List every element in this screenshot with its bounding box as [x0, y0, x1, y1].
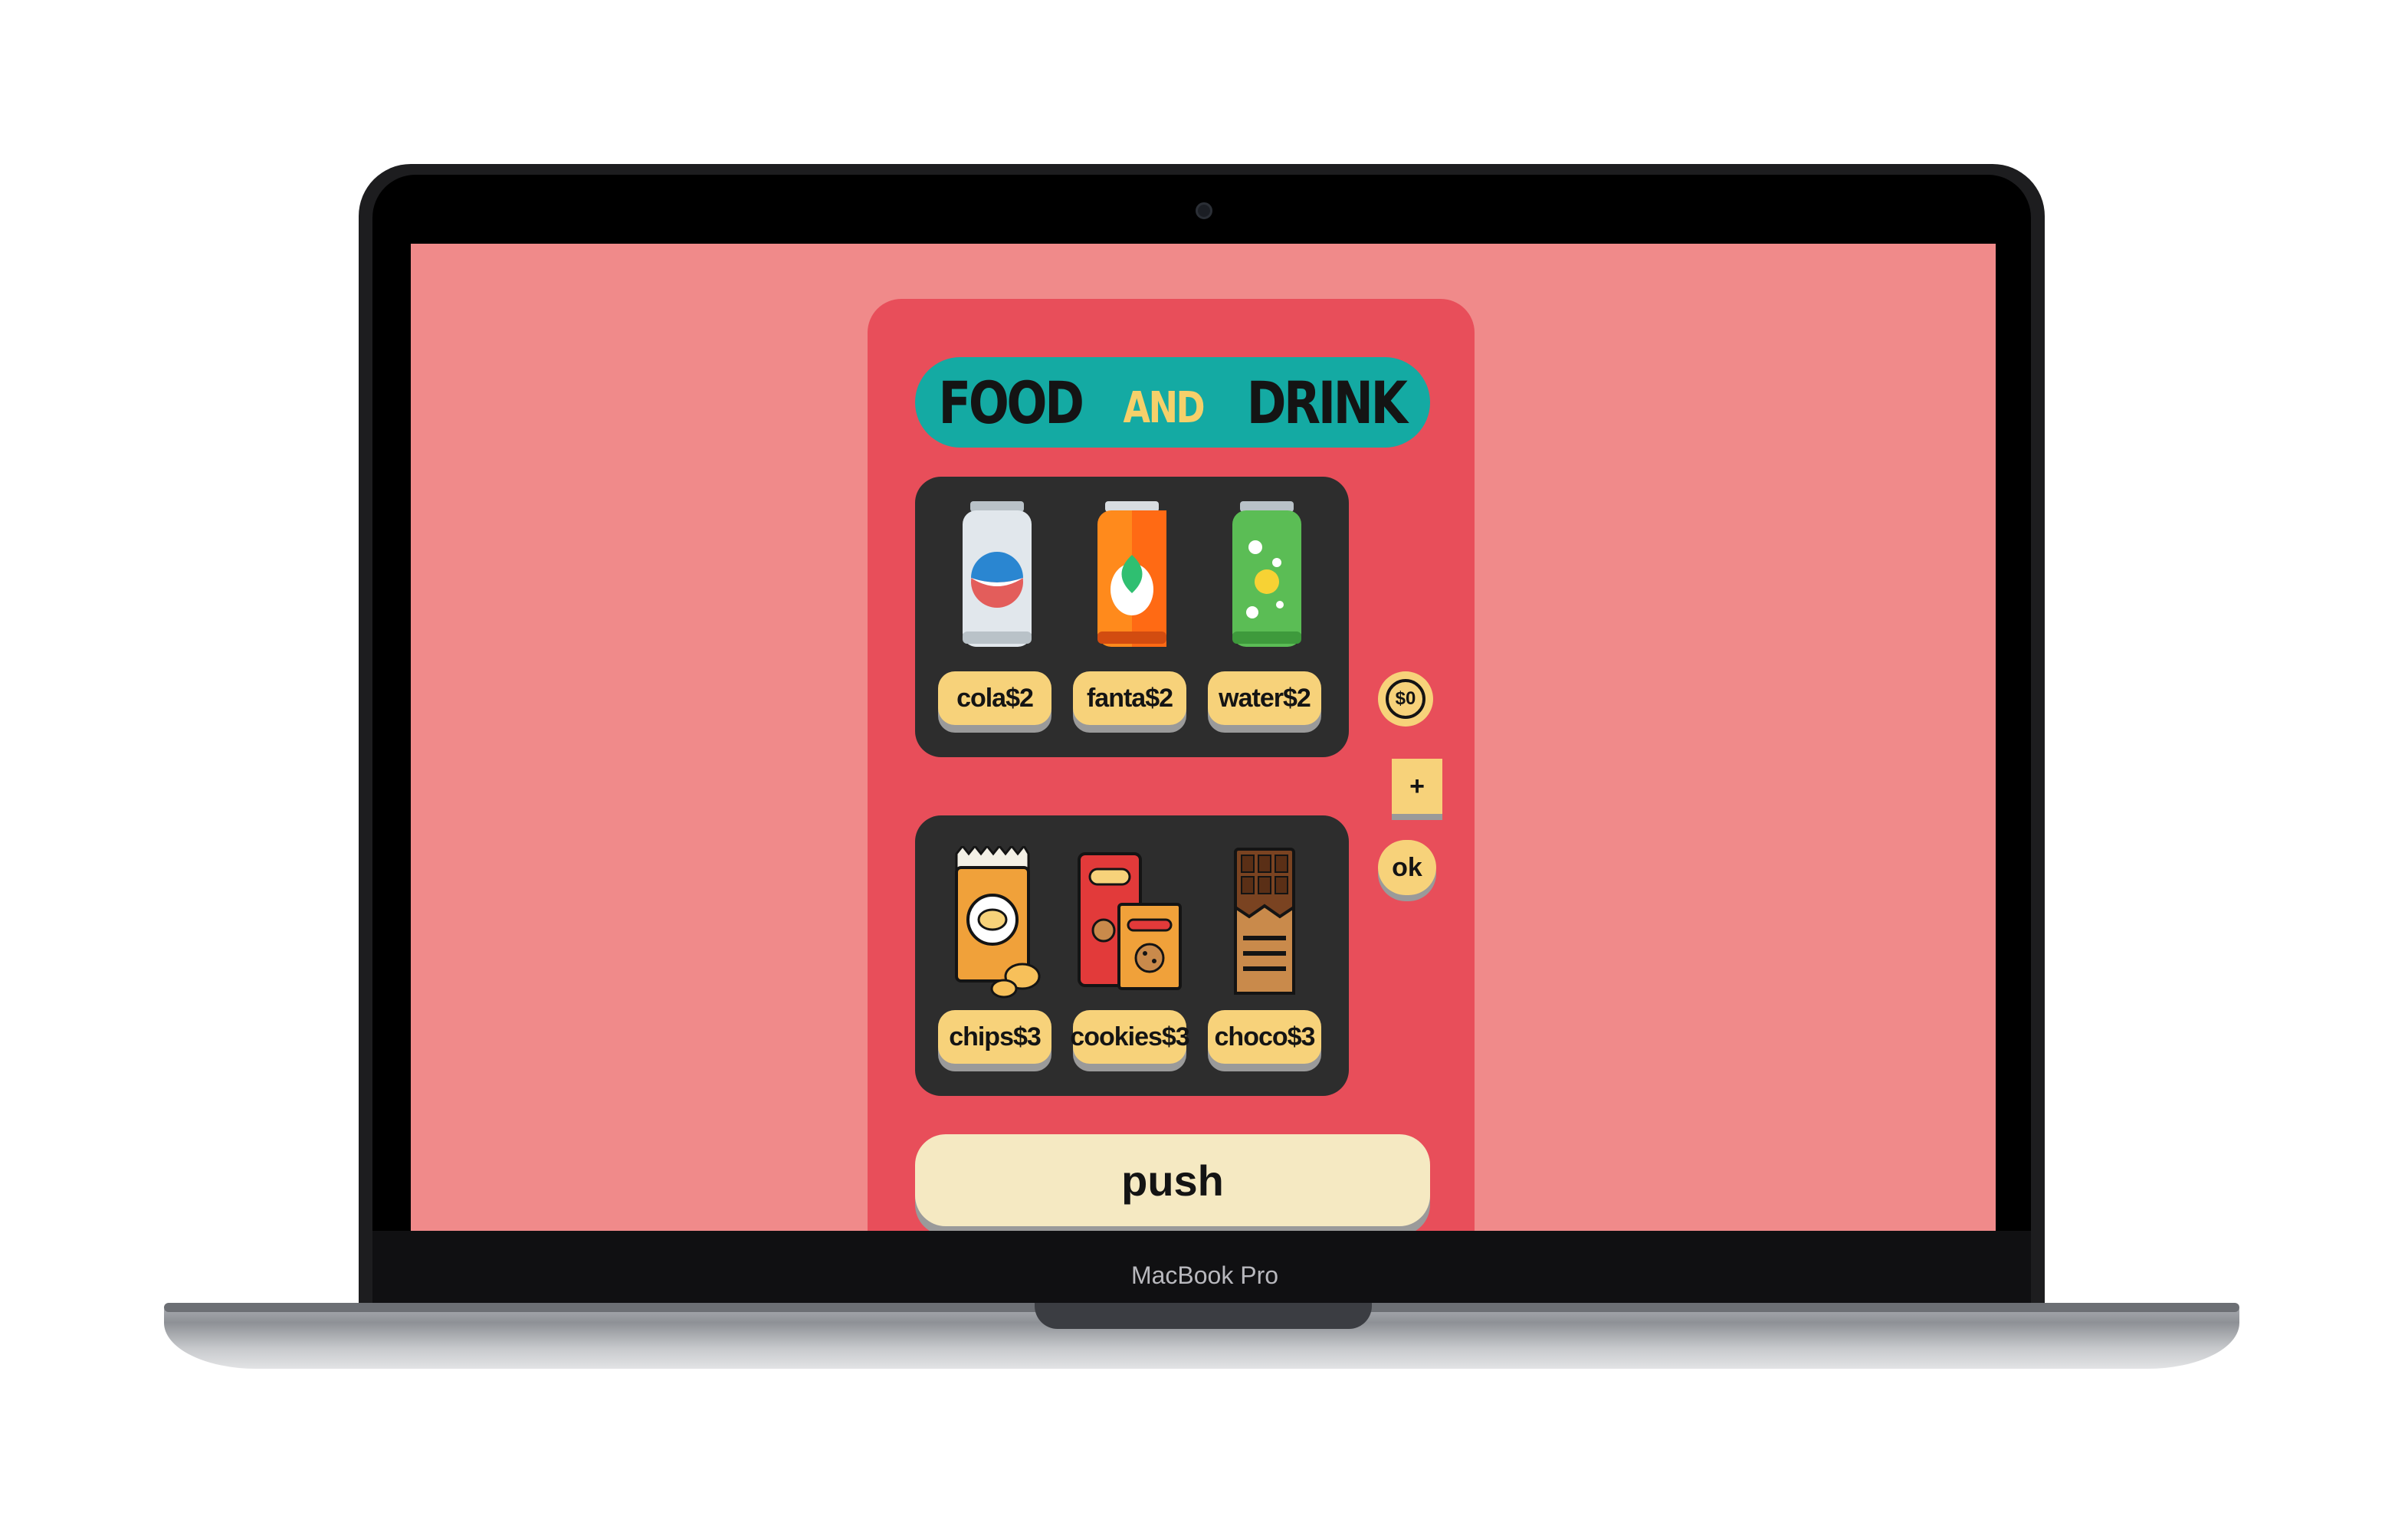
- chips-bag-icon: [955, 846, 1041, 999]
- webcam-icon: [1196, 202, 1212, 219]
- fanta-can-icon: [1097, 501, 1166, 647]
- chocolate-bar-icon: [1234, 848, 1295, 995]
- cookies-box-icon: [1078, 852, 1182, 990]
- add-coin-button[interactable]: +: [1392, 759, 1442, 814]
- title-banner: FOOD AND DRINK: [915, 357, 1430, 448]
- push-button[interactable]: push: [915, 1134, 1430, 1226]
- screen: FOOD AND DRINK cola$2 fanta$2 water$2 ch…: [411, 244, 1996, 1231]
- water-button[interactable]: water$2: [1208, 671, 1321, 725]
- title-word-food: FOOD: [938, 368, 1084, 437]
- water-can-icon: [1232, 501, 1301, 647]
- title-word-drink: DRINK: [1246, 368, 1407, 437]
- snacks-shelf: chips$3 cookies$3 choco$3: [915, 815, 1349, 1096]
- choco-button[interactable]: choco$3: [1208, 1010, 1321, 1064]
- title-word-and: AND: [1123, 382, 1206, 433]
- brand-label: MacBook Pro: [1130, 1261, 1279, 1289]
- cookies-button[interactable]: cookies$3: [1070, 1010, 1190, 1064]
- chips-button[interactable]: chips$3: [938, 1010, 1051, 1064]
- fanta-button[interactable]: fanta$2: [1073, 671, 1186, 725]
- balance-value: $0: [1386, 679, 1425, 719]
- ok-button[interactable]: ok: [1378, 840, 1436, 895]
- laptop-notch: [1035, 1303, 1372, 1329]
- drinks-shelf: cola$2 fanta$2 water$2: [915, 477, 1349, 757]
- balance-coin: $0: [1378, 671, 1433, 727]
- cola-can-icon: [963, 501, 1032, 647]
- cola-button[interactable]: cola$2: [938, 671, 1051, 725]
